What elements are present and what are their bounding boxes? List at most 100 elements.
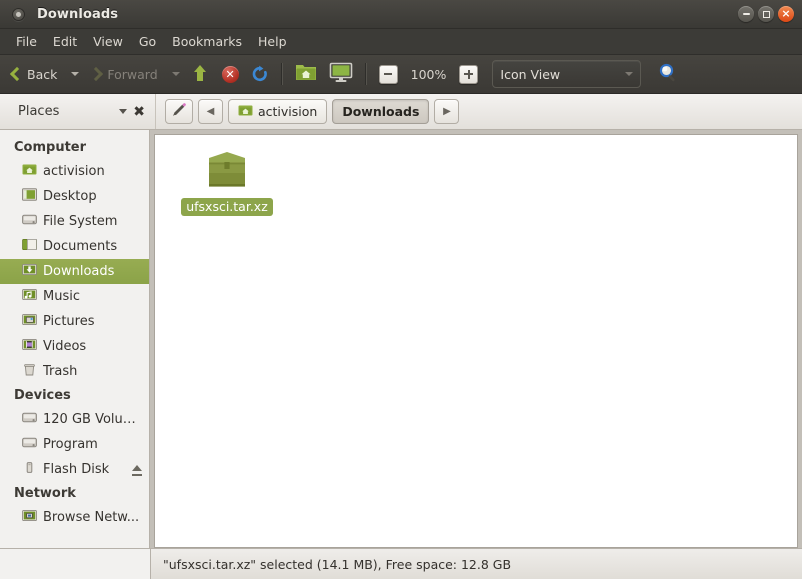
- file-view-wrapper: ufsxsci.tar.xz: [150, 130, 802, 548]
- usb-drive-icon: [22, 461, 37, 478]
- eject-icon[interactable]: [131, 464, 143, 476]
- sidebar-item-label: Program: [43, 437, 98, 452]
- title-bar: Downloads ×: [0, 0, 802, 29]
- chevron-down-icon: [71, 72, 80, 76]
- breadcrumb-label: Downloads: [342, 104, 420, 119]
- search-button[interactable]: [653, 60, 683, 89]
- sidebar-section-devices: Devices: [14, 388, 71, 403]
- sidebar-item-file-system[interactable]: File System: [0, 209, 149, 234]
- toolbar: Back Forward ✕ 100% Icon View: [0, 55, 802, 94]
- zoom-out-button[interactable]: [374, 62, 403, 87]
- sidebar-item-browse-network[interactable]: Browse Netw...: [0, 505, 149, 530]
- close-sidebar-icon[interactable]: ✖: [133, 105, 145, 119]
- sidebar-item-label: Pictures: [43, 314, 95, 329]
- sidebar-item-120-gb-volume[interactable]: 120 GB Volume: [0, 407, 149, 432]
- stop-button[interactable]: ✕: [217, 63, 244, 86]
- sidebar-item-pictures[interactable]: Pictures: [0, 309, 149, 334]
- sidebar-item-label: Trash: [43, 364, 78, 379]
- sidebar-item-trash[interactable]: Trash: [0, 359, 149, 384]
- close-button[interactable]: ×: [778, 6, 794, 22]
- sidebar-section-computer: Computer: [14, 140, 87, 155]
- chevron-down-icon: [625, 72, 634, 76]
- sidebar-item-label: 120 GB Volume: [43, 412, 143, 427]
- forward-button[interactable]: Forward: [86, 63, 162, 85]
- sidebar-item-documents[interactable]: Documents: [0, 234, 149, 259]
- zoom-in-button[interactable]: [454, 62, 483, 87]
- zoom-in-icon: [459, 64, 479, 84]
- drive-icon: [22, 411, 37, 428]
- sidebar-item-program[interactable]: Program: [0, 432, 149, 457]
- breadcrumb-activision[interactable]: activision: [228, 99, 328, 124]
- chevron-left-icon: [11, 66, 22, 82]
- menu-view[interactable]: View: [85, 31, 131, 52]
- file-manager-window: Downloads × File Edit View Go Bookmarks …: [0, 0, 802, 579]
- sidebar-item-label: Desktop: [43, 189, 97, 204]
- places-title: Places: [18, 104, 60, 119]
- arrow-up-icon: [192, 64, 210, 84]
- file-name-label: ufsxsci.tar.xz: [181, 198, 273, 217]
- window-menu-icon[interactable]: [12, 7, 25, 21]
- edit-location-button[interactable]: [165, 99, 193, 124]
- computer-button[interactable]: [324, 59, 358, 89]
- reload-button[interactable]: [246, 62, 274, 86]
- sidebar-item-label: Downloads: [43, 264, 115, 279]
- main-body: Computer activision Desktop File System …: [0, 130, 802, 548]
- chevron-down-icon: [171, 72, 180, 76]
- minimize-button[interactable]: [738, 6, 754, 22]
- home-folder-icon: [295, 63, 317, 85]
- desktop-icon: [22, 188, 37, 205]
- breadcrumb-label: activision: [258, 104, 318, 119]
- archive-icon: [203, 147, 251, 193]
- window-controls: ×: [738, 0, 794, 28]
- home-button[interactable]: [290, 60, 322, 88]
- menu-edit[interactable]: Edit: [45, 31, 85, 52]
- breadcrumb-downloads[interactable]: Downloads: [332, 99, 430, 124]
- zoom-level-label: 100%: [410, 66, 447, 82]
- menu-bookmarks[interactable]: Bookmarks: [164, 31, 250, 52]
- window-title: Downloads: [37, 6, 119, 22]
- triangle-left-icon: ◀: [206, 106, 215, 117]
- toolbar-separator: [280, 63, 283, 85]
- sidebar-item-desktop[interactable]: Desktop: [0, 184, 149, 209]
- home-folder-icon: [22, 163, 37, 180]
- file-view[interactable]: ufsxsci.tar.xz: [154, 134, 798, 548]
- drive-icon: [22, 213, 37, 230]
- sidebar-item-videos[interactable]: Videos: [0, 334, 149, 359]
- menu-go[interactable]: Go: [131, 31, 164, 52]
- network-folder-icon: [22, 509, 37, 526]
- view-mode-select[interactable]: Icon View: [492, 60, 642, 88]
- sidebar-item-label: File System: [43, 214, 118, 229]
- maximize-button[interactable]: [758, 6, 774, 22]
- status-bar-sidebar-spacer: [0, 549, 151, 579]
- path-scroll-right-button[interactable]: ▶: [434, 99, 460, 124]
- forward-dropdown-button[interactable]: [165, 69, 185, 79]
- location-bar: Places ✖ ◀ activision Downloads ▶: [0, 94, 802, 130]
- sidebar-item-flash-disk[interactable]: Flash Disk: [0, 457, 149, 482]
- sidebar-item-music[interactable]: Music: [0, 284, 149, 309]
- search-icon: [658, 63, 678, 86]
- chevron-right-icon: [91, 66, 102, 82]
- menu-file[interactable]: File: [8, 31, 45, 52]
- toolbar-separator: [364, 63, 367, 85]
- triangle-right-icon: ▶: [443, 106, 451, 117]
- sidebar-item-label: activision: [43, 164, 105, 179]
- menu-bar: File Edit View Go Bookmarks Help: [0, 29, 802, 55]
- sidebar-section-network: Network: [14, 486, 76, 501]
- path-scroll-left-button[interactable]: ◀: [198, 99, 223, 124]
- drive-icon: [22, 436, 37, 453]
- downloads-icon: [22, 263, 37, 280]
- up-button[interactable]: [187, 61, 215, 87]
- sidebar-item-downloads[interactable]: Downloads: [0, 259, 149, 284]
- back-button[interactable]: Back: [6, 63, 62, 85]
- status-bar: "ufsxsci.tar.xz" selected (14.1 MB), Fre…: [0, 548, 802, 579]
- file-item[interactable]: ufsxsci.tar.xz: [177, 147, 277, 217]
- chevron-down-icon[interactable]: [119, 109, 128, 114]
- videos-icon: [22, 338, 37, 355]
- back-dropdown-button[interactable]: [64, 69, 84, 79]
- menu-help[interactable]: Help: [250, 31, 295, 52]
- sidebar-item-activision[interactable]: activision: [0, 159, 149, 184]
- back-label: Back: [27, 66, 58, 82]
- forward-label: Forward: [107, 66, 158, 82]
- sidebar-item-label: Music: [43, 289, 80, 304]
- sidebar-item-label: Flash Disk: [43, 462, 110, 477]
